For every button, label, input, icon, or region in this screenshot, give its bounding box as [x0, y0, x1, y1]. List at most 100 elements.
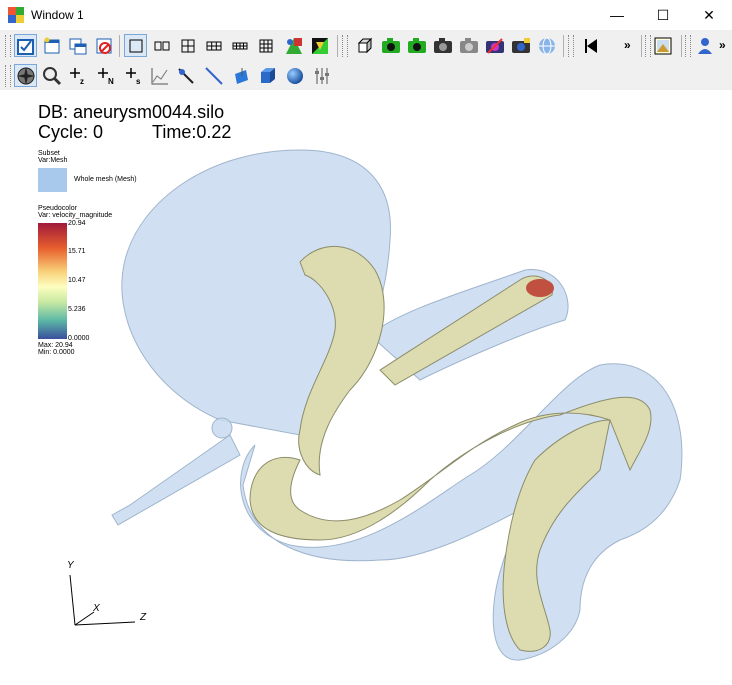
layout-3x3-button[interactable] [254, 34, 277, 57]
layout-3x2-button[interactable] [228, 34, 251, 57]
sphere-icon [286, 67, 303, 84]
globe-icon [538, 37, 555, 54]
maximize-icon: ☐ [656, 6, 670, 23]
navigate-mode-button[interactable] [14, 64, 37, 87]
plus-n-icon: N [97, 67, 114, 86]
lock-view-icon [285, 37, 302, 54]
toolbar-grip[interactable] [5, 35, 11, 57]
add-plot-n-button[interactable]: N [94, 64, 117, 87]
separator [641, 35, 642, 57]
layout-2x2-icon [181, 39, 194, 52]
print-button[interactable] [535, 34, 558, 57]
toggle-mode-button[interactable] [14, 34, 37, 57]
svg-text:N: N [108, 77, 114, 86]
clone-window-icon [69, 38, 86, 54]
close-button[interactable]: ✕ [686, 0, 732, 30]
layout-2x3-button[interactable] [202, 34, 225, 57]
axis-y-label: Y [67, 560, 74, 571]
new-window-button[interactable] [40, 34, 63, 57]
maximize-button[interactable]: ☐ [640, 0, 686, 30]
view-3d-button[interactable] [353, 34, 376, 57]
zoom-mode-button[interactable] [40, 64, 63, 87]
sliders-icon [314, 67, 329, 84]
clear-window-button[interactable] [92, 34, 115, 57]
line-out-button[interactable] [202, 64, 225, 87]
curve-pick-button[interactable] [148, 64, 171, 87]
window-title: Window 1 [31, 8, 84, 22]
separator [119, 35, 120, 57]
separator [681, 35, 682, 57]
toolbar-grip[interactable] [685, 35, 691, 57]
toolbar-grip[interactable] [5, 65, 11, 87]
compass-icon [16, 66, 35, 85]
add-plot-s-button[interactable]: s [122, 64, 145, 87]
aneurysm-render [69, 149, 683, 661]
image-frame-icon [654, 37, 671, 54]
toolbar-overflow-button[interactable]: » [624, 38, 631, 52]
layout-1x2-button[interactable] [150, 34, 173, 57]
clear-window-icon [96, 38, 111, 54]
camera-green-icon [381, 37, 400, 53]
pick-point-button[interactable] [174, 64, 197, 87]
cube-button[interactable] [256, 64, 279, 87]
user-icon [697, 37, 712, 54]
play-back-button[interactable] [580, 34, 603, 57]
layout-1x2-icon [154, 41, 169, 50]
save-image-button[interactable] [379, 34, 402, 57]
lock-time-icon [311, 37, 328, 54]
minimize-button[interactable]: — [594, 0, 640, 30]
visit-app-icon [8, 7, 24, 23]
plane-tool-icon [234, 67, 248, 84]
camera-lock-button[interactable] [509, 34, 532, 57]
zoom-settings-button[interactable] [457, 34, 480, 57]
main-toolbar: » » [0, 30, 732, 60]
layout-3x2-icon [232, 42, 247, 49]
separator [563, 35, 564, 57]
plus-z-icon: z [69, 67, 84, 86]
add-plot-z-button[interactable]: z [66, 64, 89, 87]
export-button[interactable] [405, 34, 428, 57]
layout-3x3-icon [259, 39, 272, 52]
box-tool-button[interactable] [230, 64, 253, 87]
step-back-icon [584, 38, 597, 53]
sliders-button[interactable] [310, 64, 333, 87]
minimize-icon: — [610, 7, 624, 23]
new-window-icon [44, 37, 59, 53]
lock-time-button[interactable] [308, 34, 331, 57]
camera-button[interactable] [483, 34, 506, 57]
axis-x-label: X [93, 603, 100, 614]
layout-1x1-icon [129, 39, 142, 52]
layout-2x3-icon [206, 41, 221, 50]
line-icon [204, 66, 223, 85]
navigate-button[interactable] [431, 34, 454, 57]
axis-triad [69, 574, 136, 626]
toolbar-grip[interactable] [342, 35, 348, 57]
sphere-button[interactable] [283, 64, 306, 87]
magnifier-icon [42, 66, 61, 85]
lock-view-button[interactable] [282, 34, 305, 57]
checkbox-icon [16, 38, 34, 55]
camera-icon [433, 37, 452, 53]
layout-2x2-button[interactable] [176, 34, 199, 57]
camera-colorful-icon [485, 37, 504, 54]
svg-text:s: s [136, 77, 141, 86]
toolbar-grip[interactable] [568, 35, 574, 57]
title-bar: Window 1 — ☐ ✕ [0, 0, 732, 30]
svg-text:z: z [80, 77, 84, 86]
annotation-button[interactable] [651, 34, 674, 57]
camera-lock-icon [511, 37, 530, 53]
close-icon: ✕ [703, 6, 715, 23]
layout-1x1-button[interactable] [124, 34, 147, 57]
cube-outline-icon [357, 37, 372, 53]
clone-window-button[interactable] [66, 34, 89, 57]
curve-chart-icon [151, 67, 168, 84]
render-viewport[interactable]: DB: aneurysm0044.silo Cycle: 0 Time:0.22… [0, 90, 732, 685]
camera-gray-icon [459, 37, 478, 53]
plus-s-icon: s [125, 67, 141, 86]
interaction-toolbar: z N s [0, 60, 732, 90]
cube-icon [260, 67, 275, 83]
separator [337, 35, 338, 57]
interpreter-button[interactable] [693, 34, 716, 57]
toolbar-overflow-button-2[interactable]: » [719, 38, 726, 52]
vessel-opening [526, 279, 554, 297]
